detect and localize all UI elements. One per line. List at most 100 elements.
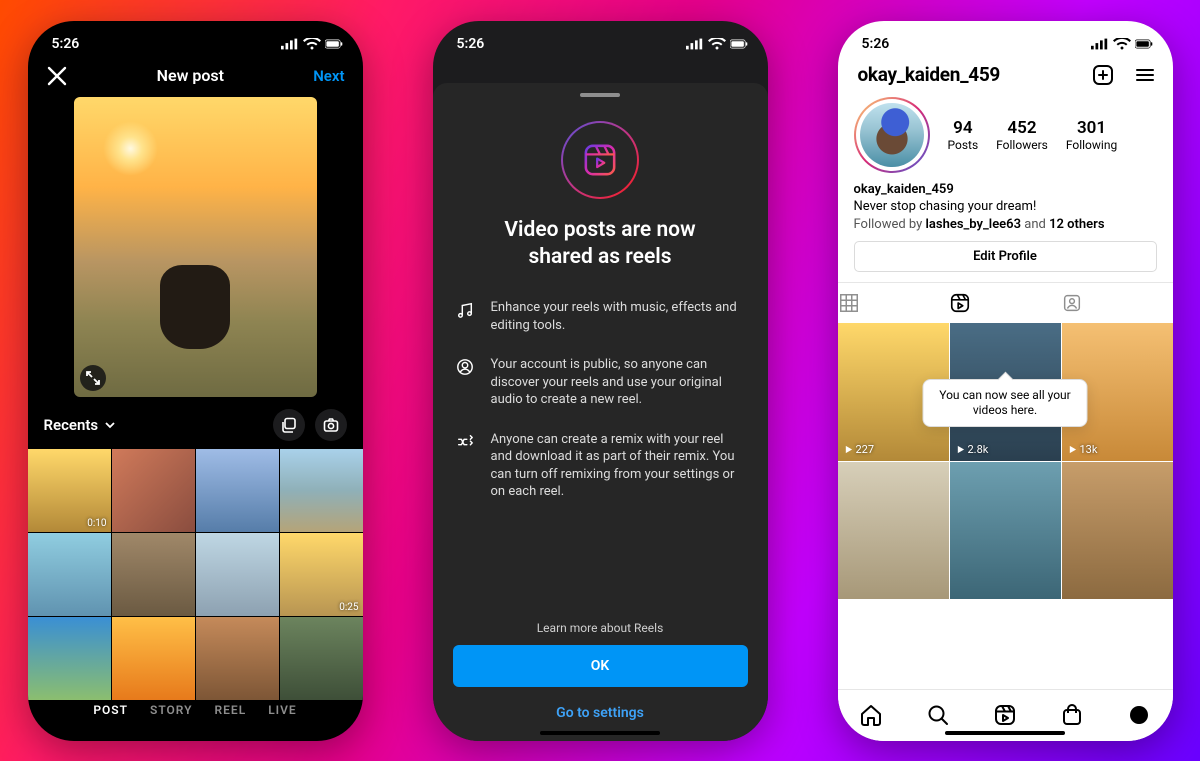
- expand-crop-button[interactable]: [80, 365, 106, 391]
- media-thumb[interactable]: 0:10: [28, 449, 111, 532]
- learn-more-link[interactable]: Learn more about Reels: [453, 621, 748, 635]
- info-item-public: Your account is public, so anyone can di…: [453, 356, 748, 409]
- edit-profile-button[interactable]: Edit Profile: [854, 241, 1157, 272]
- media-thumb[interactable]: [280, 617, 363, 700]
- media-thumb[interactable]: [280, 449, 363, 532]
- info-text: Anyone can create a remix with your reel…: [491, 431, 748, 501]
- reel-thumb[interactable]: [838, 462, 949, 600]
- play-icon: [956, 445, 965, 454]
- status-time: 5:26: [52, 36, 80, 52]
- phone-profile: 5:26 okay_kaiden_459 94 Posts 452: [838, 21, 1173, 741]
- status-bar: 5:26: [28, 21, 363, 61]
- open-camera-button[interactable]: [315, 409, 347, 441]
- selected-media-preview[interactable]: [74, 97, 317, 397]
- bio-text: Never stop chasing your dream!: [854, 198, 1157, 216]
- next-button[interactable]: Next: [313, 67, 344, 85]
- nav-search-icon[interactable]: [926, 703, 950, 727]
- status-time: 5:26: [862, 36, 890, 52]
- stat-label: Following: [1066, 138, 1117, 152]
- go-to-settings-link[interactable]: Go to settings: [453, 699, 748, 723]
- home-indicator[interactable]: [945, 731, 1065, 735]
- view-count: 2.8k: [956, 443, 989, 456]
- tab-tagged[interactable]: [1061, 283, 1173, 323]
- media-thumb[interactable]: [196, 617, 279, 700]
- nav-profile-icon[interactable]: [1127, 703, 1151, 727]
- tab-grid[interactable]: [838, 283, 950, 323]
- mode-post[interactable]: POST: [93, 703, 128, 717]
- close-icon: [46, 65, 68, 87]
- stat-posts[interactable]: 94 Posts: [948, 118, 979, 152]
- media-thumb[interactable]: [112, 533, 195, 616]
- reel-thumb[interactable]: [950, 462, 1061, 600]
- remix-icon: [456, 433, 474, 451]
- status-icons: [686, 38, 748, 50]
- profile-icon: [456, 358, 474, 376]
- media-grid: 0:10 0:25: [28, 449, 363, 700]
- play-icon: [844, 445, 853, 454]
- stat-label: Posts: [948, 138, 979, 152]
- stat-followers[interactable]: 452 Followers: [996, 118, 1048, 152]
- duration-badge: 0:25: [339, 602, 358, 613]
- username-selector[interactable]: okay_kaiden_459: [858, 63, 1001, 86]
- close-button[interactable]: [46, 65, 68, 87]
- media-thumb[interactable]: [28, 617, 111, 700]
- reels-tab-icon: [949, 292, 971, 314]
- duration-badge: 0:10: [87, 518, 106, 529]
- home-indicator[interactable]: [540, 731, 660, 735]
- nav-home-icon[interactable]: [859, 703, 883, 727]
- sheet-handle[interactable]: [580, 93, 620, 97]
- mode-live[interactable]: LIVE: [268, 703, 297, 717]
- signal-icon: [1091, 38, 1109, 50]
- media-thumb[interactable]: [196, 533, 279, 616]
- phone-reels-info: 5:26 Video posts are now shared as reels…: [433, 21, 768, 741]
- media-thumb[interactable]: [112, 449, 195, 532]
- phone-new-post: 5:26 New post Next Recents: [28, 21, 363, 741]
- music-icon: [456, 301, 474, 319]
- camera-icon: [323, 417, 339, 433]
- media-thumb[interactable]: [196, 449, 279, 532]
- stat-num: 94: [948, 118, 979, 138]
- album-selector[interactable]: Recents: [44, 416, 117, 434]
- signal-icon: [281, 38, 299, 50]
- stat-num: 301: [1066, 118, 1117, 138]
- stat-following[interactable]: 301 Following: [1066, 118, 1117, 152]
- reels-icon: [583, 143, 617, 177]
- feature-tooltip[interactable]: You can now see all your videos here.: [923, 379, 1088, 427]
- view-count: 13k: [1068, 443, 1098, 456]
- followed-by[interactable]: Followed by lashes_by_lee63 and 12 other…: [854, 216, 1157, 234]
- reel-thumb[interactable]: [1062, 462, 1173, 600]
- media-thumb[interactable]: 0:25: [280, 533, 363, 616]
- sheet-title: Video posts are now shared as reels: [453, 217, 748, 272]
- media-thumb[interactable]: [28, 533, 111, 616]
- new-post-header: New post Next: [28, 61, 363, 97]
- media-thumb[interactable]: [112, 617, 195, 700]
- profile-summary: 94 Posts 452 Followers 301 Following: [838, 93, 1173, 179]
- menu-icon[interactable]: [1133, 63, 1157, 87]
- avatar[interactable]: [854, 97, 930, 173]
- info-item-remix: Anyone can create a remix with your reel…: [453, 431, 748, 501]
- reels-logo: [561, 121, 639, 199]
- profile-body: okay_kaiden_459 94 Posts 452 Followers 3…: [838, 61, 1173, 600]
- signal-icon: [686, 38, 704, 50]
- nav-reels-icon[interactable]: [993, 703, 1017, 727]
- ok-button[interactable]: OK: [453, 645, 748, 687]
- battery-icon: [325, 38, 343, 50]
- status-icons: [1091, 38, 1153, 50]
- status-icons: [281, 38, 343, 50]
- wifi-icon: [708, 38, 726, 50]
- profile-tabs: [838, 282, 1173, 323]
- wifi-icon: [303, 38, 321, 50]
- nav-shop-icon[interactable]: [1060, 703, 1084, 727]
- album-label: Recents: [44, 416, 99, 434]
- gallery-toolbar: Recents: [28, 405, 363, 449]
- status-bar: 5:26: [838, 21, 1173, 61]
- status-bar: 5:26: [433, 21, 768, 61]
- capture-mode-selector[interactable]: POST STORY REEL LIVE: [28, 703, 363, 717]
- bio-name: okay_kaiden_459: [854, 181, 1157, 199]
- mode-reel[interactable]: REEL: [215, 703, 247, 717]
- create-post-icon[interactable]: [1091, 63, 1115, 87]
- info-text: Your account is public, so anyone can di…: [491, 356, 748, 409]
- mode-story[interactable]: STORY: [150, 703, 193, 717]
- multi-select-button[interactable]: [273, 409, 305, 441]
- tab-reels[interactable]: [949, 283, 1061, 323]
